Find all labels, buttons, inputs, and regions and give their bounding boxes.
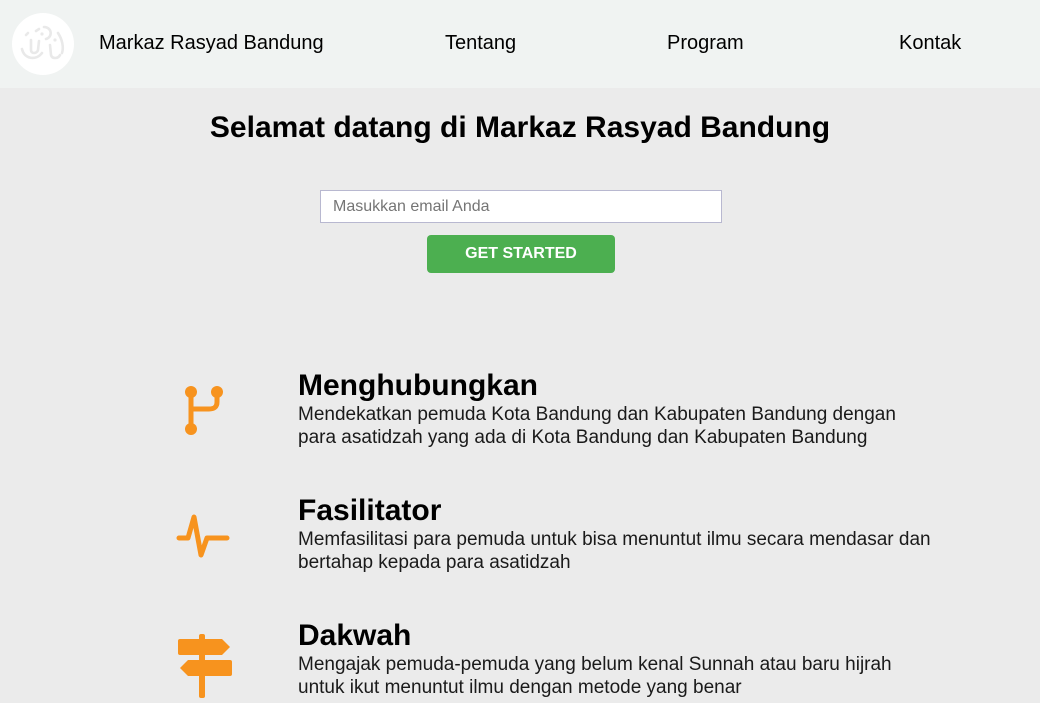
signpost-icon	[176, 632, 234, 703]
nav-item-kontak[interactable]: Kontak	[899, 32, 961, 54]
nav-brand-link[interactable]: Markaz Rasyad Bandung	[99, 32, 324, 54]
arabic-calligraphy-logo-icon	[20, 25, 65, 60]
get-started-button[interactable]: GET STARTED	[427, 235, 615, 273]
feature-title: Menghubungkan	[298, 369, 538, 402]
feature-title: Dakwah	[298, 619, 412, 652]
git-branch-icon	[176, 384, 228, 443]
feature-title: Fasilitator	[298, 494, 442, 527]
feature-description: Mengajak pemuda-pemuda yang belum kenal …	[298, 654, 892, 698]
page-title: Selamat datang di Markaz Rasyad Bandung	[209, 111, 831, 144]
pulse-icon	[176, 511, 232, 566]
nav-item-tentang[interactable]: Tentang	[445, 32, 516, 54]
feature-description: Mendekatkan pemuda Kota Bandung dan Kabu…	[298, 404, 896, 448]
logo[interactable]	[12, 13, 74, 75]
nav-item-program[interactable]: Program	[667, 32, 744, 54]
site-header: Markaz Rasyad Bandung Tentang Program Ko…	[0, 0, 1040, 88]
email-input[interactable]	[320, 190, 722, 223]
feature-description: Memfasilitasi para pemuda untuk bisa men…	[298, 529, 931, 573]
